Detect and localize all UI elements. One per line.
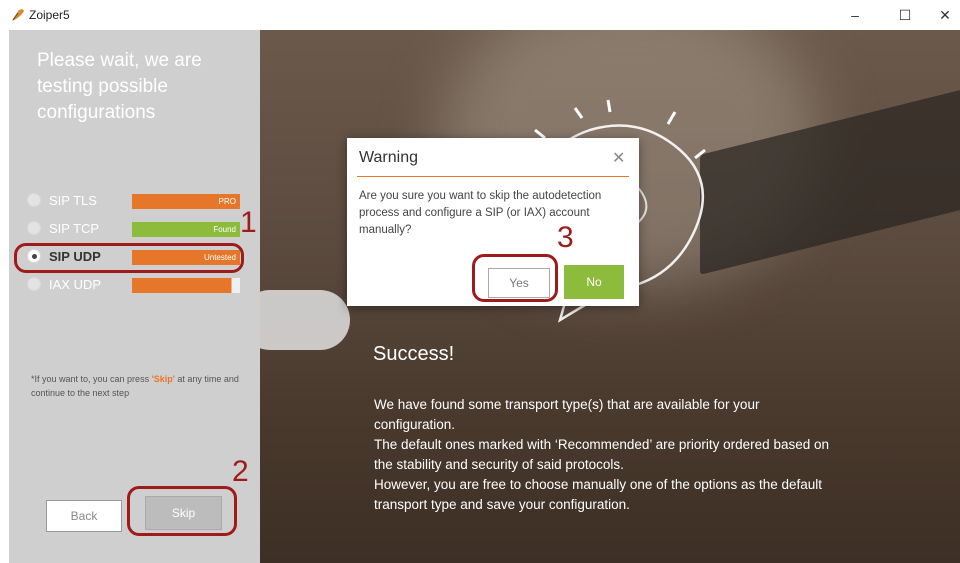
transport-label: SIP TLS <box>49 193 97 208</box>
dialog-close-icon[interactable]: ✕ <box>612 148 625 168</box>
testing-heading: Please wait, we are testing possible con… <box>37 50 202 123</box>
hint-skip-word: 'Skip' <box>151 374 175 384</box>
transport-row-sip-tls[interactable]: SIP TLS PRO <box>27 192 240 210</box>
transport-label: SIP TCP <box>49 221 100 236</box>
status-bar: PRO <box>132 194 240 209</box>
mouse-image <box>260 290 350 350</box>
transport-row-iax-udp[interactable]: IAX UDP <box>27 276 240 294</box>
transport-row-sip-tcp[interactable]: SIP TCP Found <box>27 220 240 238</box>
dialog-title: Warning <box>359 149 418 166</box>
radio-sip-tls[interactable] <box>27 193 41 207</box>
hint-prefix: *If you want to, you can press <box>31 374 152 384</box>
annotation-highlight-yes <box>472 254 558 302</box>
minimize-button[interactable]: – <box>835 0 875 30</box>
no-button[interactable]: No <box>564 265 624 299</box>
success-paragraph: The default ones marked with ‘Recommende… <box>374 437 829 472</box>
progress-bar <box>132 278 240 293</box>
annotation-number: 3 <box>557 221 574 254</box>
annotation-highlight-skip <box>127 486 237 536</box>
transport-label: IAX UDP <box>49 277 102 292</box>
title-bar: Zoiper5 – ☐ ✕ <box>0 0 960 30</box>
skip-hint: *If you want to, you can press 'Skip' at… <box>31 372 256 400</box>
back-button[interactable]: Back <box>46 500 122 532</box>
annotation-number: 2 <box>232 455 249 488</box>
radio-iax-udp[interactable] <box>27 277 41 291</box>
dialog-divider <box>357 176 629 177</box>
radio-sip-tcp[interactable] <box>27 221 41 235</box>
status-bar: Found <box>132 222 240 237</box>
success-paragraph: However, you are free to choose manually… <box>374 477 823 512</box>
success-description: We have found some transport type(s) tha… <box>374 395 834 515</box>
window-title: Zoiper5 <box>29 8 70 22</box>
close-window-button[interactable]: ✕ <box>925 0 960 30</box>
dialog-message: Are you sure you want to skip the autode… <box>359 190 602 236</box>
annotation-highlight-sip-udp <box>14 243 244 273</box>
success-title: Success! <box>373 343 455 365</box>
annotation-number: 1 <box>240 206 257 239</box>
zoiper-logo-icon <box>12 9 24 21</box>
left-panel: Please wait, we are testing possible con… <box>9 30 260 563</box>
success-paragraph: We have found some transport type(s) tha… <box>374 397 760 432</box>
maximize-button[interactable]: ☐ <box>885 0 925 30</box>
